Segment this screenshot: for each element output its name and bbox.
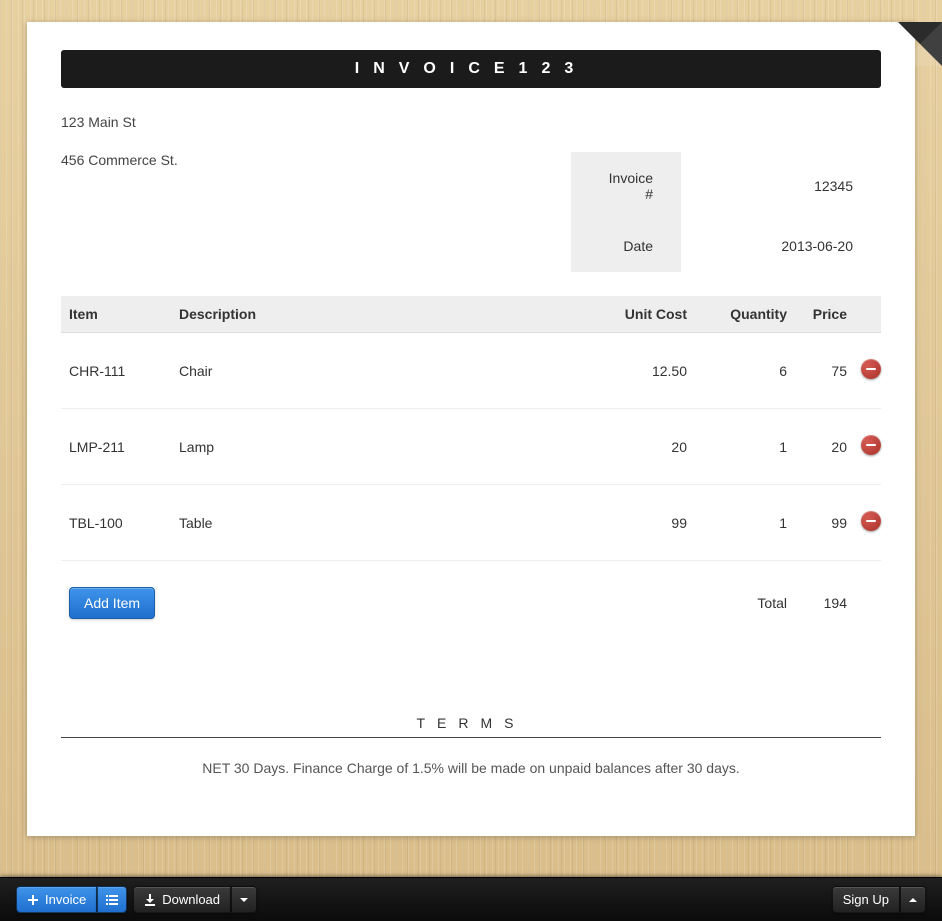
cell-item[interactable]: TBL-100: [61, 485, 171, 561]
signup-menu-toggle[interactable]: [900, 886, 926, 913]
invoice-title: INVOICE123: [61, 50, 881, 88]
invoice-number-label: Invoice #: [571, 152, 681, 220]
page-corner-fold: [898, 22, 942, 66]
terms-heading: TERMS: [61, 715, 881, 738]
col-item: Item: [61, 296, 171, 333]
list-icon: [106, 894, 118, 906]
plus-icon: [27, 894, 39, 906]
remove-row-button[interactable]: [861, 435, 881, 455]
new-invoice-label: Invoice: [45, 892, 86, 907]
table-row: TBL-100 Table 99 1 99: [61, 485, 881, 561]
download-icon: [144, 894, 156, 906]
caret-up-icon: [909, 898, 917, 902]
cell-quantity[interactable]: 6: [695, 333, 795, 409]
cell-quantity[interactable]: 1: [695, 485, 795, 561]
totals-row: Add Item Total 194: [61, 561, 881, 646]
remove-row-button[interactable]: [861, 359, 881, 379]
cell-unit-cost[interactable]: 20: [585, 409, 695, 485]
col-unit-cost: Unit Cost: [585, 296, 695, 333]
line-items-table: Item Description Unit Cost Quantity Pric…: [61, 296, 881, 645]
invoice-number-value[interactable]: 12345: [681, 152, 881, 220]
invoice-date-label: Date: [571, 220, 681, 272]
signup-button[interactable]: Sign Up: [832, 886, 900, 913]
invoice-date-value[interactable]: 2013-06-20: [681, 220, 881, 272]
invoice-meta: Invoice # 12345 Date 2013-06-20: [571, 152, 881, 272]
col-price: Price: [795, 296, 855, 333]
col-description: Description: [171, 296, 585, 333]
buyer-address[interactable]: 456 Commerce St.: [61, 152, 571, 168]
col-quantity: Quantity: [695, 296, 795, 333]
cell-description[interactable]: Chair: [171, 333, 585, 409]
cell-unit-cost[interactable]: 12.50: [585, 333, 695, 409]
cell-unit-cost[interactable]: 99: [585, 485, 695, 561]
cell-description[interactable]: Lamp: [171, 409, 585, 485]
remove-row-button[interactable]: [861, 511, 881, 531]
cell-price: 99: [795, 485, 855, 561]
seller-address[interactable]: 123 Main St: [61, 114, 881, 130]
new-invoice-button[interactable]: Invoice: [16, 886, 97, 913]
cell-item[interactable]: CHR-111: [61, 333, 171, 409]
signup-label: Sign Up: [843, 892, 889, 907]
cell-description[interactable]: Table: [171, 485, 585, 561]
download-button[interactable]: Download: [133, 886, 231, 913]
invoice-page: INVOICE123 123 Main St 456 Commerce St. …: [27, 22, 915, 836]
table-row: CHR-111 Chair 12.50 6 75: [61, 333, 881, 409]
download-label: Download: [162, 892, 220, 907]
total-value: 194: [795, 561, 855, 646]
cell-quantity[interactable]: 1: [695, 409, 795, 485]
caret-down-icon: [240, 898, 248, 902]
table-row: LMP-211 Lamp 20 1 20: [61, 409, 881, 485]
cell-price: 20: [795, 409, 855, 485]
cell-price: 75: [795, 333, 855, 409]
total-label: Total: [695, 561, 795, 646]
add-item-button[interactable]: Add Item: [69, 587, 155, 619]
footer-toolbar: Invoice Download: [0, 877, 942, 921]
cell-item[interactable]: LMP-211: [61, 409, 171, 485]
download-menu-toggle[interactable]: [231, 886, 257, 913]
terms-text[interactable]: NET 30 Days. Finance Charge of 1.5% will…: [61, 760, 881, 776]
invoice-list-button[interactable]: [97, 886, 127, 913]
